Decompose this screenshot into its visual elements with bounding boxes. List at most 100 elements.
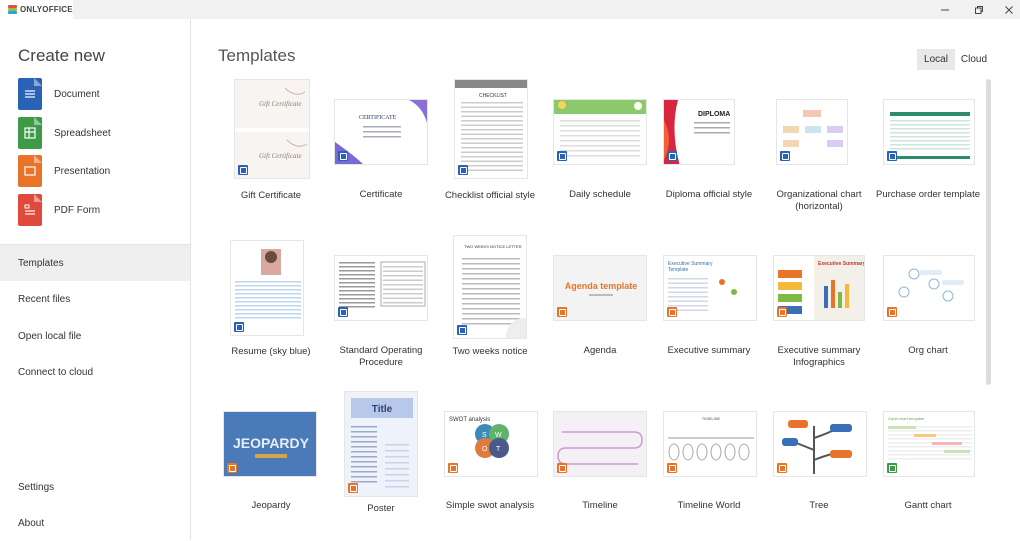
svg-text:W: W (495, 432, 502, 439)
template-label: Simple swot analysis (445, 500, 535, 511)
template-label: Resume (sky blue) (231, 346, 311, 357)
create-presentation-button[interactable]: Presentation (18, 154, 178, 188)
template-thumbnail[interactable]: Gift Certificate Gift Certificate (234, 79, 310, 179)
template-label: Diploma official style (665, 189, 753, 200)
template-thumbnail[interactable]: Agenda template (553, 255, 647, 321)
svg-text:Template: Template (668, 267, 689, 273)
document-type-icon (338, 307, 348, 317)
close-button[interactable] (994, 0, 1020, 19)
pdf-form-icon (18, 194, 42, 226)
document-type-icon (667, 151, 677, 161)
document-icon (18, 78, 42, 110)
svg-text:TIMELINE: TIMELINE (702, 416, 721, 421)
presentation-type-icon (887, 307, 897, 317)
template-label: Executive summary Infographics (777, 345, 861, 368)
svg-text:S: S (482, 432, 487, 439)
svg-text:JEOPARDY: JEOPARDY (233, 435, 310, 451)
document-type-icon (458, 165, 468, 175)
presentation-icon (18, 155, 42, 187)
minimize-button[interactable] (930, 0, 960, 19)
document-type-icon (557, 151, 567, 161)
template-thumbnail[interactable]: Executive Summary (773, 255, 865, 321)
create-document-button[interactable]: Document (18, 77, 178, 111)
template-thumbnail[interactable]: JEOPARDY (223, 411, 317, 477)
sidebar-item-recent-files[interactable]: Recent files (0, 281, 190, 317)
template-label: Timeline (582, 500, 618, 511)
presentation-type-icon (448, 463, 458, 473)
template-thumbnail[interactable]: CERTIFICATE (334, 99, 428, 165)
template-label: Gift Certificate (240, 190, 302, 201)
page-title: Templates (218, 46, 296, 65)
template-label: Standard Operating Procedure (339, 345, 423, 368)
template-thumbnail[interactable]: CHECKLIST (454, 79, 528, 179)
template-thumbnail[interactable] (230, 240, 304, 336)
spreadsheet-type-icon (887, 463, 897, 473)
app-tab[interactable]: ONLYOFFICE (0, 0, 73, 19)
pdf-form-label: PDF Form (54, 204, 101, 216)
document-type-icon (338, 151, 348, 161)
template-thumbnail[interactable]: TWO WEEKS NOTICE LETTER (453, 235, 527, 339)
template-thumbnail[interactable] (883, 99, 975, 165)
svg-text:CHECKLIST: CHECKLIST (479, 93, 507, 99)
template-thumbnail[interactable] (553, 99, 647, 165)
sidebar-item-templates[interactable]: Templates (0, 245, 190, 281)
template-thumbnail[interactable] (773, 411, 867, 477)
template-label: Organizational chart (horizontal) (776, 189, 862, 212)
onlyoffice-logo-icon (8, 5, 17, 14)
svg-text:T: T (496, 446, 501, 453)
create-pdf-form-button[interactable]: PDF Form (18, 193, 178, 227)
document-type-icon (238, 165, 248, 175)
sidebar-item-settings[interactable]: Settings (0, 469, 190, 505)
restore-button[interactable] (964, 0, 994, 19)
cloud-toggle-button[interactable]: Cloud (956, 49, 992, 70)
document-type-icon (234, 322, 244, 332)
document-type-icon (780, 151, 790, 161)
template-label: Purchase order template (875, 189, 981, 200)
document-type-icon (457, 325, 467, 335)
svg-text:Gift Certificate: Gift Certificate (259, 152, 302, 160)
template-thumbnail[interactable]: SWOT analysis S WO T (444, 411, 538, 477)
sidebar-item-connect-to-cloud[interactable]: Connect to cloud (0, 354, 190, 390)
svg-text:TWO WEEKS NOTICE LETTER: TWO WEEKS NOTICE LETTER (464, 244, 522, 249)
svg-text:Agenda template: Agenda template (565, 281, 638, 291)
template-thumbnail[interactable]: DIPLOMA (663, 99, 735, 165)
presentation-type-icon (348, 483, 358, 493)
svg-text:Title: Title (372, 404, 393, 415)
svg-text:O: O (482, 446, 488, 453)
create-spreadsheet-button[interactable]: Spreadsheet (18, 116, 178, 150)
title-bar: ONLYOFFICE (0, 0, 1020, 19)
spreadsheet-label: Spreadsheet (54, 127, 111, 139)
template-thumbnail[interactable]: Executive Summary Template (663, 255, 757, 321)
template-thumbnail[interactable]: TIMELINE (663, 411, 757, 477)
presentation-type-icon (557, 463, 567, 473)
template-label: Checklist official style (444, 190, 536, 201)
template-thumbnail[interactable] (883, 255, 975, 321)
presentation-type-icon (667, 307, 677, 317)
template-thumbnail[interactable]: Gantt chart template (883, 411, 975, 477)
template-thumbnail[interactable]: Title (344, 391, 418, 497)
svg-text:Executive Summary: Executive Summary (818, 261, 865, 267)
templates-panel: Templates Local Cloud Gift Certificate G… (192, 19, 1020, 540)
svg-text:SWOT analysis: SWOT analysis (449, 417, 490, 423)
template-label: Daily schedule (569, 189, 631, 200)
template-thumbnail[interactable] (334, 255, 428, 321)
scrollbar-thumb[interactable] (986, 79, 991, 385)
template-thumbnail[interactable] (553, 411, 647, 477)
app-name: ONLYOFFICE (20, 5, 73, 14)
template-label: Poster (367, 503, 395, 514)
svg-text:DIPLOMA: DIPLOMA (698, 111, 730, 118)
sidebar-item-open-local-file[interactable]: Open local file (0, 318, 190, 354)
svg-text:Gantt chart template: Gantt chart template (888, 416, 925, 421)
template-thumbnail[interactable] (776, 99, 848, 165)
svg-text:Gift Certificate: Gift Certificate (259, 100, 302, 108)
local-toggle-button[interactable]: Local (917, 49, 955, 70)
presentation-type-icon (667, 463, 677, 473)
sidebar-item-about[interactable]: About (0, 505, 190, 541)
sidebar: Create new Document Spreadsheet Presenta… (0, 19, 191, 540)
presentation-type-icon (227, 463, 237, 473)
restore-icon (975, 5, 983, 14)
template-label: Certificate (359, 189, 403, 200)
minimize-icon (941, 9, 949, 10)
template-label: Two weeks notice (452, 346, 528, 357)
svg-text:CERTIFICATE: CERTIFICATE (359, 115, 397, 121)
